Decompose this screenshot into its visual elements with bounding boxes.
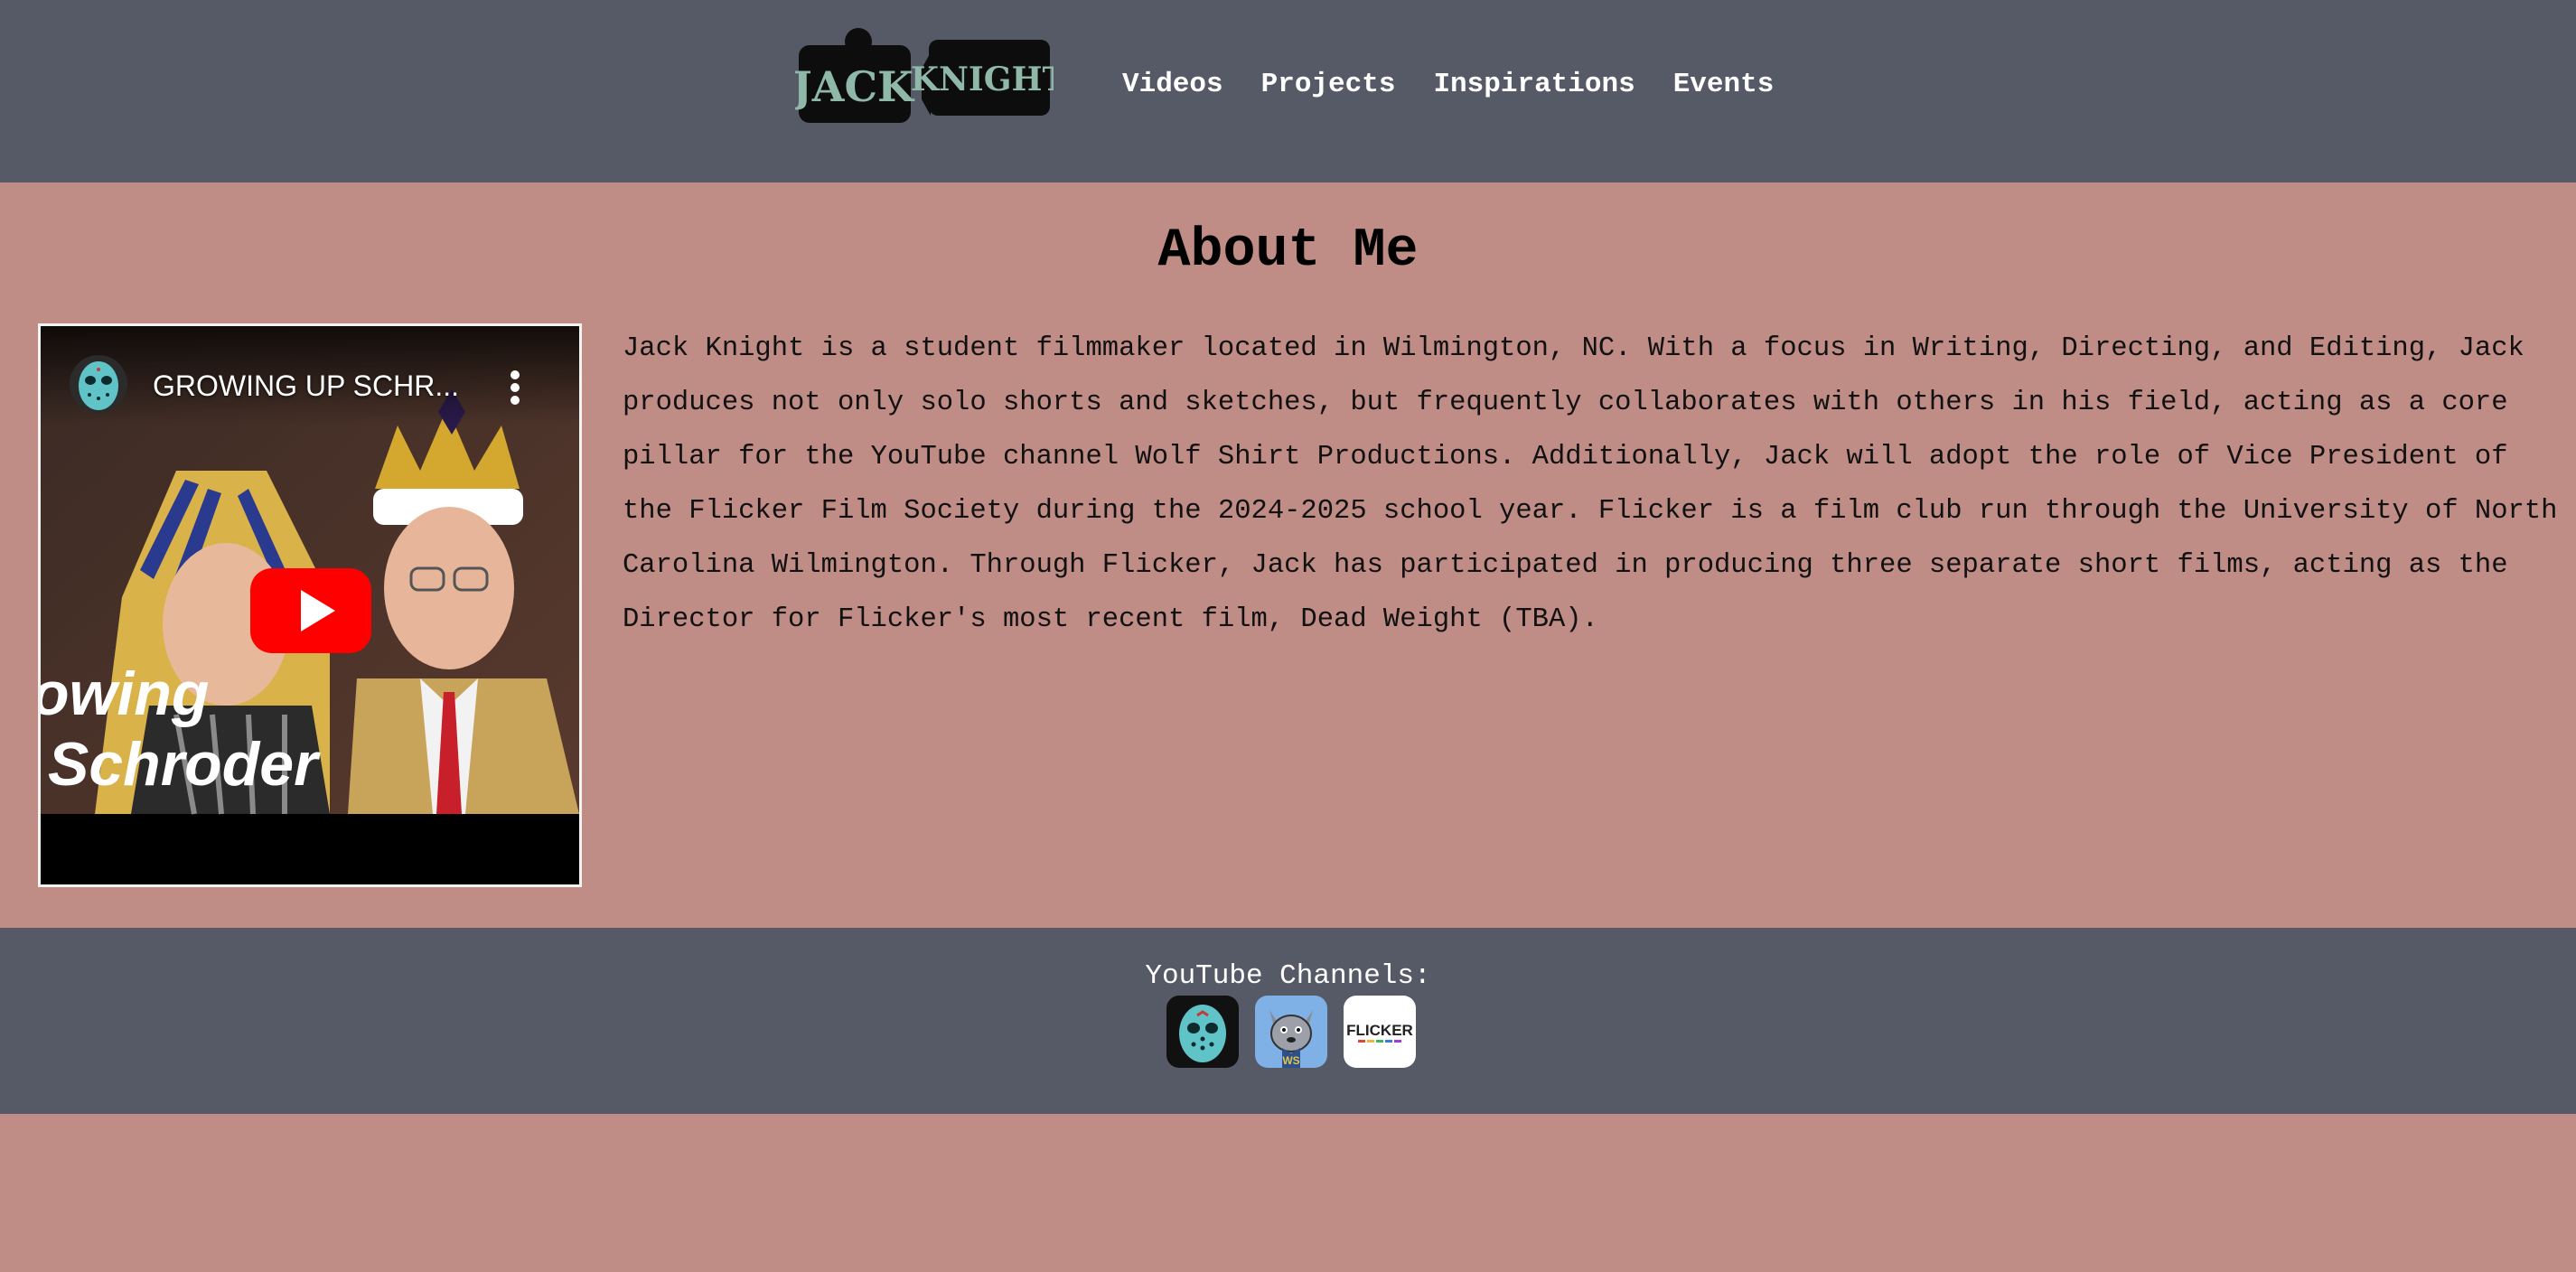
- site-header: JACK KNIGHT Videos Projects Inspirations…: [0, 0, 2576, 182]
- site-logo[interactable]: JACK KNIGHT: [795, 27, 1054, 126]
- youtube-video-embed[interactable]: owing Schroder GROWING UP SCHR...: [38, 323, 582, 887]
- channel-links: WS FLICKER: [1166, 996, 1416, 1068]
- flicker-logo-icon: FLICKER: [1344, 996, 1416, 1068]
- video-title[interactable]: GROWING UP SCHR...: [153, 369, 459, 403]
- logo-text-knight: KNIGHT: [911, 61, 1054, 98]
- wolf-mascot-icon: WS: [1255, 996, 1327, 1068]
- main-nav: Videos Projects Inspirations Events: [1122, 67, 1774, 103]
- play-button-icon[interactable]: [250, 568, 371, 653]
- page-title: About Me: [1157, 220, 1419, 282]
- hockey-mask-icon: [1166, 996, 1239, 1068]
- nav-inspirations[interactable]: Inspirations: [1433, 67, 1635, 103]
- thumbnail-text-line2: Schroder: [48, 730, 321, 799]
- thumbnail-text-line1: owing: [41, 659, 209, 728]
- channel-avatar-icon: [70, 355, 127, 413]
- channel-link-wolf-shirt[interactable]: WS: [1255, 996, 1327, 1068]
- nav-projects[interactable]: Projects: [1261, 67, 1396, 103]
- svg-text:FLICKER: FLICKER: [1346, 1022, 1413, 1039]
- youtube-channels-label: YouTube Channels:: [1145, 960, 1431, 992]
- more-options-icon[interactable]: [511, 370, 520, 405]
- site-footer: YouTube Channels: WS FLICKER: [0, 928, 2576, 1114]
- channel-link-flicker[interactable]: FLICKER: [1344, 996, 1416, 1068]
- nav-events[interactable]: Events: [1673, 67, 1775, 103]
- svg-text:WS: WS: [1282, 1054, 1299, 1067]
- nav-videos[interactable]: Videos: [1122, 67, 1223, 103]
- about-bio-text: Jack Knight is a student filmmaker locat…: [623, 333, 2558, 635]
- logo-text-jack: JACK: [795, 62, 915, 111]
- channel-link-hockey-mask[interactable]: [1166, 996, 1239, 1068]
